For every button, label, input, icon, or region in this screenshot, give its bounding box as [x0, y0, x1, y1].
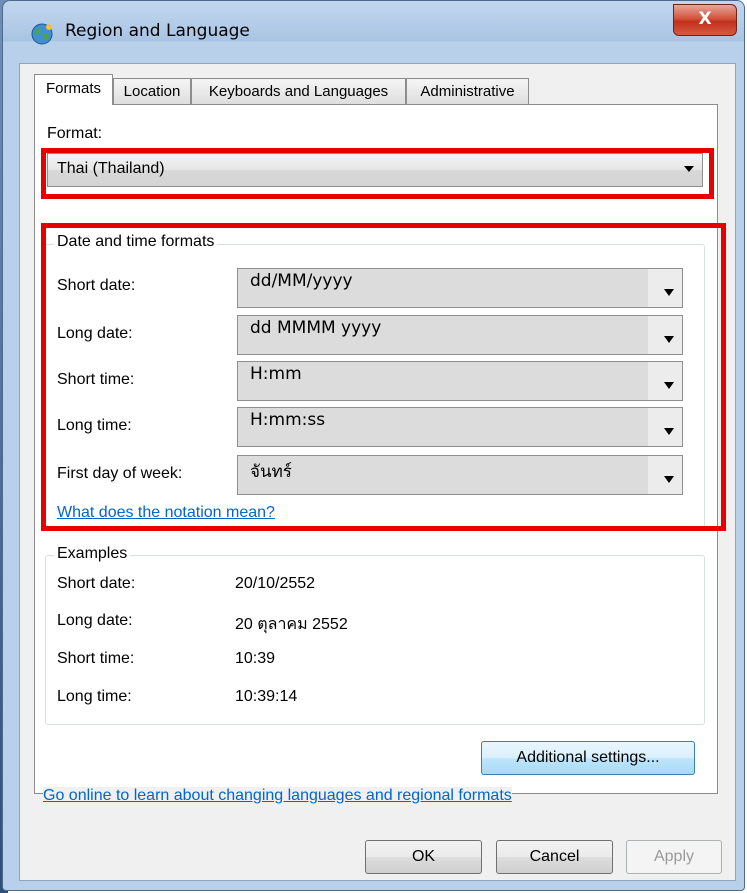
- example-long-date-label: Long date:: [57, 612, 133, 629]
- example-long-time-label: Long time:: [57, 688, 132, 705]
- title-bar: Region and Language: [11, 1, 747, 63]
- example-long-date-value: 20 ตุลาคม 2552: [235, 616, 348, 633]
- example-short-date-label: Short date:: [57, 575, 136, 592]
- example-long-time-value: 10:39:14: [235, 688, 298, 705]
- apply-button[interactable]: Apply: [626, 840, 722, 874]
- tab-keyboards-and-languages[interactable]: Keyboards and Languages: [191, 78, 406, 104]
- close-button[interactable]: X: [673, 4, 737, 36]
- globe-icon: [29, 21, 55, 47]
- cancel-button[interactable]: Cancel: [496, 840, 613, 874]
- tab-location[interactable]: Location: [113, 78, 191, 104]
- ok-button[interactable]: OK: [365, 840, 482, 874]
- additional-settings-button[interactable]: Additional settings...: [481, 741, 695, 775]
- online-help-link[interactable]: Go online to learn about changing langua…: [43, 787, 512, 805]
- window-title: Region and Language: [65, 21, 250, 41]
- date-time-highlight-box: [41, 223, 726, 531]
- format-highlight-box: [41, 148, 714, 199]
- tab-administrative[interactable]: Administrative: [406, 78, 529, 104]
- format-label: Format:: [47, 125, 103, 142]
- example-short-time-label: Short time:: [57, 650, 135, 667]
- example-short-time-value: 10:39: [235, 650, 276, 667]
- tab-formats[interactable]: Formats: [34, 74, 113, 105]
- example-short-date-value: 20/10/2552: [235, 575, 316, 592]
- examples-label: Examples: [54, 545, 131, 563]
- examples-group: [45, 555, 705, 725]
